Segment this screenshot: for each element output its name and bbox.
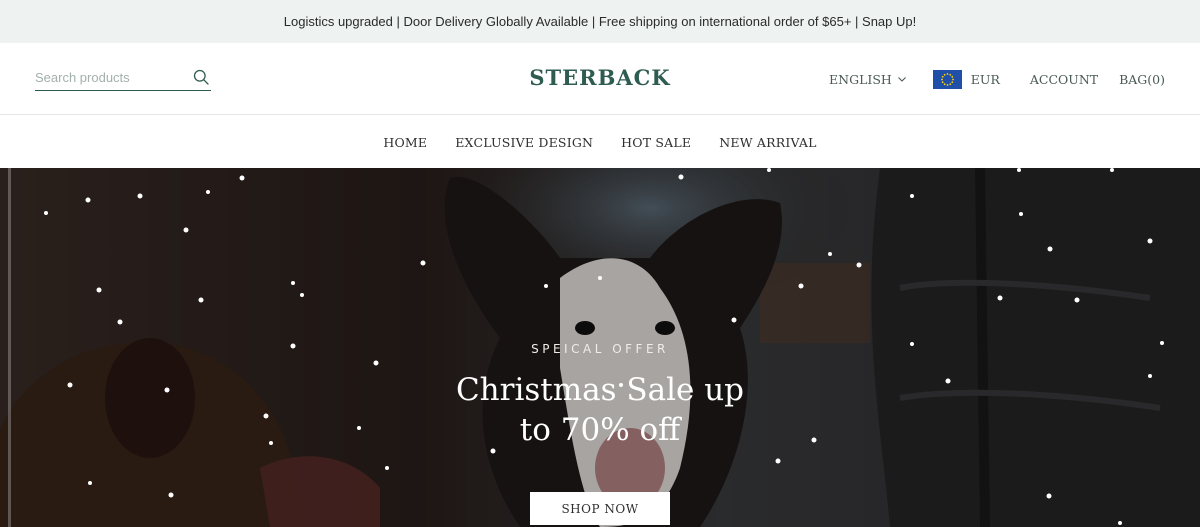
nav-item-home[interactable]: HOME bbox=[383, 135, 427, 150]
hero-title: Christmas Sale up to 70% off bbox=[0, 370, 1200, 450]
hero-eyebrow: SPEICAL OFFER bbox=[531, 342, 669, 356]
announcement-bar: Logistics upgraded | Door Delivery Globa… bbox=[0, 0, 1200, 43]
language-label: ENGLISH bbox=[829, 71, 892, 87]
bag-link[interactable]: BAG(0) bbox=[1119, 72, 1165, 87]
nav-item-hot-sale[interactable]: HOT SALE bbox=[621, 135, 691, 150]
hero-title-line-2: to 70% off bbox=[519, 412, 681, 448]
nav-item-exclusive-design[interactable]: EXCLUSIVE DESIGN bbox=[455, 135, 593, 150]
eu-flag-icon bbox=[932, 69, 962, 89]
header-utilities: ENGLISH EUR ACCOUNT BAG(0) bbox=[829, 69, 1165, 89]
main-nav: HOME EXCLUSIVE DESIGN HOT SALE NEW ARRIV… bbox=[0, 116, 1200, 168]
language-selector[interactable]: ENGLISH bbox=[829, 72, 907, 87]
account-link[interactable]: ACCOUNT bbox=[1030, 72, 1098, 87]
currency-selector[interactable]: EUR bbox=[932, 69, 1000, 89]
site-header: STERBACK ENGLISH EUR ACCOUNT bbox=[0, 43, 1200, 115]
hero-title-line-1: Christmas Sale up bbox=[455, 372, 745, 408]
hero-content: SPEICAL OFFER Christmas Sale up to 70% o… bbox=[0, 342, 1200, 450]
nav-item-new-arrival[interactable]: NEW ARRIVAL bbox=[719, 135, 816, 150]
currency-label: EUR bbox=[970, 71, 1000, 87]
shop-now-button[interactable]: SHOP NOW bbox=[530, 492, 670, 525]
hero-banner: SPEICAL OFFER Christmas Sale up to 70% o… bbox=[0, 168, 1200, 527]
announcement-text: Logistics upgraded | Door Delivery Globa… bbox=[283, 14, 917, 29]
chevron-down-icon bbox=[897, 77, 906, 82]
